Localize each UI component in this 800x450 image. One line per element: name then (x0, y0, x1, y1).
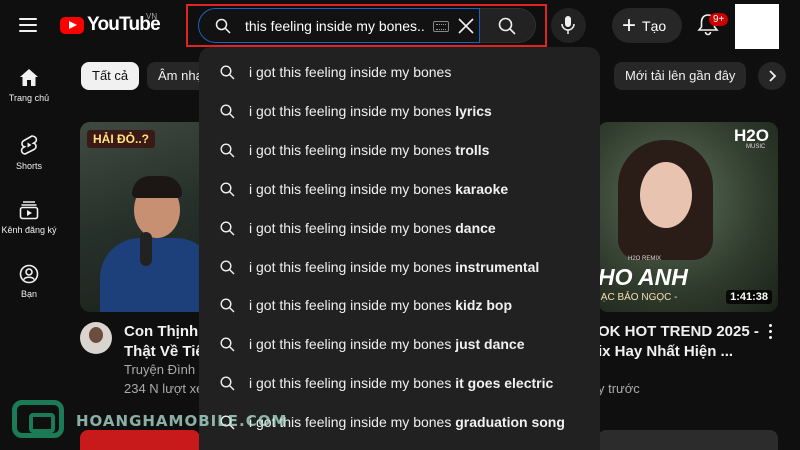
suggestion-completion-part: trolls (451, 141, 490, 158)
channel-name[interactable]: Truyện Đình S (124, 362, 207, 377)
video-duration: 1:41:38 (726, 290, 772, 304)
sidebar-item-shorts[interactable]: Shorts (0, 134, 58, 171)
suggestion-completion-part: instrumental (451, 258, 540, 275)
shorts-icon (20, 135, 38, 155)
you-icon (19, 264, 39, 284)
search-suggestion-item[interactable]: i got this feeling inside my bones lyric… (199, 92, 600, 131)
search-icon (220, 143, 235, 158)
sidebar-item-label: Shorts (15, 161, 42, 171)
suggestion-text: i got this feeling inside my bones dance (249, 220, 496, 236)
search-icon (220, 259, 235, 274)
sidebar-item-home[interactable]: Trang chủ (0, 68, 58, 103)
suggestion-query-part: i got this feeling inside my bones (249, 102, 452, 119)
search-icon (220, 182, 235, 197)
suggestion-text: i got this feeling inside my bones karao… (249, 181, 508, 197)
suggestion-completion-part: it goes electric (451, 375, 554, 392)
sidebar-item-label: Kênh đăng ký (1, 225, 57, 235)
voice-search-button[interactable] (551, 8, 586, 43)
suggestion-query-part: i got this feeling inside my bones (249, 258, 452, 275)
video-thumbnail[interactable]: H2O MUSIC H2O REMIX HO ANH IẠC BẢO NGỌC … (598, 122, 778, 312)
suggestion-query-part: i got this feeling inside my bones (249, 180, 452, 197)
youtube-logo[interactable]: YouTube (60, 13, 161, 37)
search-suggestion-item[interactable]: i got this feeling inside my bones it go… (199, 364, 600, 403)
suggestion-text: i got this feeling inside my bones troll… (249, 142, 489, 158)
sidebar-item-label: Trang chủ (8, 93, 50, 103)
search-suggestion-item[interactable]: i got this feeling inside my bones kidz … (199, 286, 600, 325)
top-bar: YouTube VN this feeling inside my bones.… (0, 0, 800, 52)
suggestion-query-part: i got this feeling inside my bones (249, 141, 452, 158)
plus-icon: + (622, 11, 637, 39)
search-icon (220, 376, 235, 391)
suggestion-text: i got this feeling inside my bones gradu… (249, 414, 565, 430)
chevron-right-icon (769, 70, 777, 82)
h2o-brand-logo: H2O (734, 126, 769, 145)
search-suggestion-item[interactable]: i got this feeling inside my bones karao… (199, 170, 600, 209)
search-suggestion-item[interactable]: i got this feeling inside my bones just … (199, 325, 600, 364)
video-thumbnail[interactable] (598, 430, 778, 450)
microphone-icon (561, 16, 575, 34)
youtube-play-icon (60, 16, 84, 34)
watermark-logo (12, 400, 64, 438)
thumbnail-remix-label: H2O REMIX (628, 256, 662, 262)
chip-recently-uploaded[interactable]: Mới tải lên gần đây (614, 62, 747, 90)
video-title-line[interactable]: Thật Về Tiế (124, 342, 204, 362)
chip-scroll-next-button[interactable] (758, 62, 786, 90)
search-icon (220, 298, 235, 313)
suggestion-text: i got this feeling inside my bones it go… (249, 375, 553, 391)
suggestion-query-part: i got this feeling inside my bones (249, 64, 452, 80)
thumbnail-subtitle: IẠC BẢO NGỌC - (598, 292, 678, 303)
hamburger-menu-icon[interactable] (16, 14, 40, 38)
suggestion-completion-part: just dance (451, 336, 525, 353)
search-suggestion-item[interactable]: i got this feeling inside my bones instr… (199, 248, 600, 287)
search-icon (220, 337, 235, 352)
create-button[interactable]: + Tạo (612, 8, 682, 43)
video-title-line[interactable]: ix Hay Nhất Hiện ... (598, 342, 733, 362)
search-suggestion-item[interactable]: i got this feeling inside my bones dance (199, 209, 600, 248)
thumbnail-person (618, 140, 713, 260)
sidebar-item-subscriptions[interactable]: Kênh đăng ký (0, 200, 58, 235)
search-icon (220, 104, 235, 119)
thumbnail-person (92, 172, 216, 312)
suggestion-completion-part: kidz bop (451, 297, 513, 314)
thumbnail-title: HO ANH (598, 264, 688, 290)
notification-badge: 9+ (709, 13, 729, 26)
suggestion-completion-part: graduation song (451, 414, 565, 431)
search-suggestions-dropdown: i got this feeling inside my bones i got … (199, 47, 600, 450)
sidebar-item-label: Bạn (20, 289, 37, 299)
watermark-text: HOANGHAMOBILE.COM (76, 412, 288, 430)
suggestion-text: i got this feeling inside my bones lyric… (249, 103, 492, 119)
search-icon (220, 65, 235, 80)
video-title-line[interactable]: OK HOT TREND 2025 - (598, 322, 759, 342)
suggestion-query-part: i got this feeling inside my bones (249, 297, 452, 314)
logo-country-code: VN (146, 12, 158, 21)
suggestion-text: i got this feeling inside my bones just … (249, 336, 524, 352)
watermark: HOANGHAMOBILE.COM (10, 400, 286, 440)
video-menu-icon[interactable] (766, 324, 774, 342)
chip-all[interactable]: Tất cả (81, 62, 140, 90)
suggestion-completion-part: karaoke (451, 180, 509, 197)
home-icon (20, 69, 38, 86)
suggestion-query-part: i got this feeling inside my bones (249, 375, 452, 392)
suggestion-completion-part: dance (451, 219, 496, 236)
suggestion-query-part: i got this feeling inside my bones (249, 219, 452, 236)
suggestion-text: i got this feeling inside my bones kidz … (249, 297, 512, 313)
search-suggestion-item[interactable]: i got this feeling inside my bones (199, 53, 600, 92)
channel-avatar[interactable] (80, 322, 112, 354)
subscriptions-icon (19, 201, 39, 220)
search-icon (220, 221, 235, 236)
suggestion-completion-part: lyrics (451, 102, 492, 119)
suggestion-text: i got this feeling inside my bones (249, 64, 451, 80)
search-suggestion-item[interactable]: i got this feeling inside my bones troll… (199, 131, 600, 170)
search-highlight-frame (186, 4, 547, 47)
suggestion-text: i got this feeling inside my bones instr… (249, 259, 539, 275)
sidebar-item-you[interactable]: Bạn (0, 264, 58, 299)
h2o-brand-sub: MUSIC (746, 144, 766, 150)
create-label: Tạo (642, 17, 667, 34)
account-avatar[interactable] (735, 4, 779, 49)
suggestion-query-part: i got this feeling inside my bones (249, 336, 452, 353)
thumbnail-caption: HẢI ĐỎ..? (87, 130, 155, 148)
upload-age: y trước (598, 381, 640, 396)
